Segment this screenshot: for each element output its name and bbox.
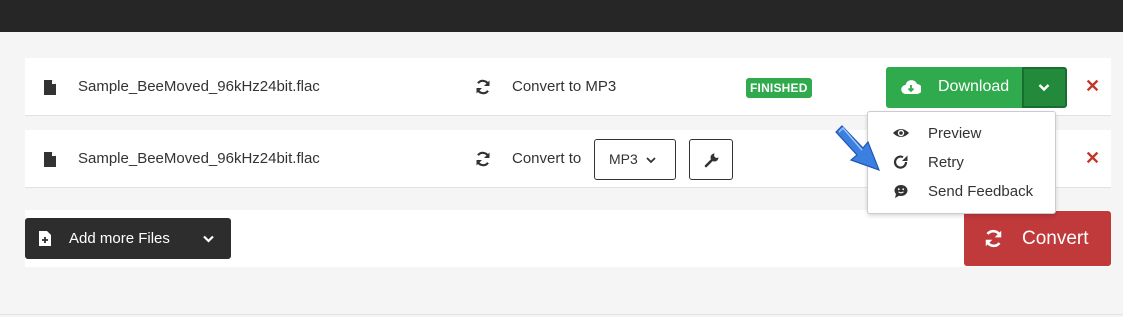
file-name: Sample_BeeMoved_96kHz24bit.flac (78, 150, 320, 167)
convert-to-label: Convert to (512, 150, 582, 167)
annotation-arrow-icon (835, 125, 881, 172)
menu-item-label: Retry (928, 154, 964, 171)
menu-item-retry[interactable]: Retry (868, 148, 1055, 176)
convert-sync-icon (476, 79, 490, 95)
menu-item-label: Preview (928, 125, 982, 142)
chevron-down-icon (1038, 84, 1050, 92)
file-row-1: Sample_BeeMoved_96kHz24bit.flac Convert … (25, 58, 1111, 116)
menu-item-send-feedback[interactable]: Send Feedback (868, 177, 1055, 205)
settings-button[interactable] (689, 139, 733, 180)
add-more-files-button[interactable]: Add more Files (25, 218, 231, 259)
remove-file-icon[interactable]: ✕ (1085, 76, 1100, 97)
chevron-down-icon (203, 235, 214, 243)
file-plus-icon (39, 231, 51, 246)
menu-item-label: Send Feedback (928, 183, 1034, 200)
top-bar (0, 0, 1123, 32)
convert-sync-icon (476, 151, 490, 167)
cloud-download-icon (901, 80, 921, 95)
divider (0, 314, 1123, 315)
format-select-value: MP3 (609, 151, 638, 167)
status-badge: FINISHED (746, 78, 812, 98)
convert-button[interactable]: Convert (964, 211, 1111, 266)
menu-item-preview[interactable]: Preview (868, 119, 1055, 147)
sync-icon (985, 229, 1002, 248)
add-more-files-label: Add more Files (69, 230, 170, 247)
download-label: Download (938, 78, 1010, 95)
file-icon (44, 80, 56, 95)
eye-icon (893, 129, 909, 137)
feedback-icon (894, 185, 908, 198)
chevron-down-icon (646, 157, 656, 164)
file-name: Sample_BeeMoved_96kHz24bit.flac (78, 78, 320, 95)
file-icon (44, 152, 56, 167)
wrench-icon (704, 153, 719, 168)
convert-label: Convert (1022, 228, 1089, 249)
download-options-menu: Preview Retry Send Feedback (867, 111, 1056, 214)
download-button[interactable]: Download (886, 67, 1023, 108)
download-options-toggle[interactable] (1022, 67, 1067, 108)
retry-icon (893, 155, 908, 169)
convert-target-label: Convert to MP3 (512, 78, 617, 95)
remove-file-icon[interactable]: ✕ (1085, 148, 1100, 169)
format-select[interactable]: MP3 (594, 139, 676, 180)
